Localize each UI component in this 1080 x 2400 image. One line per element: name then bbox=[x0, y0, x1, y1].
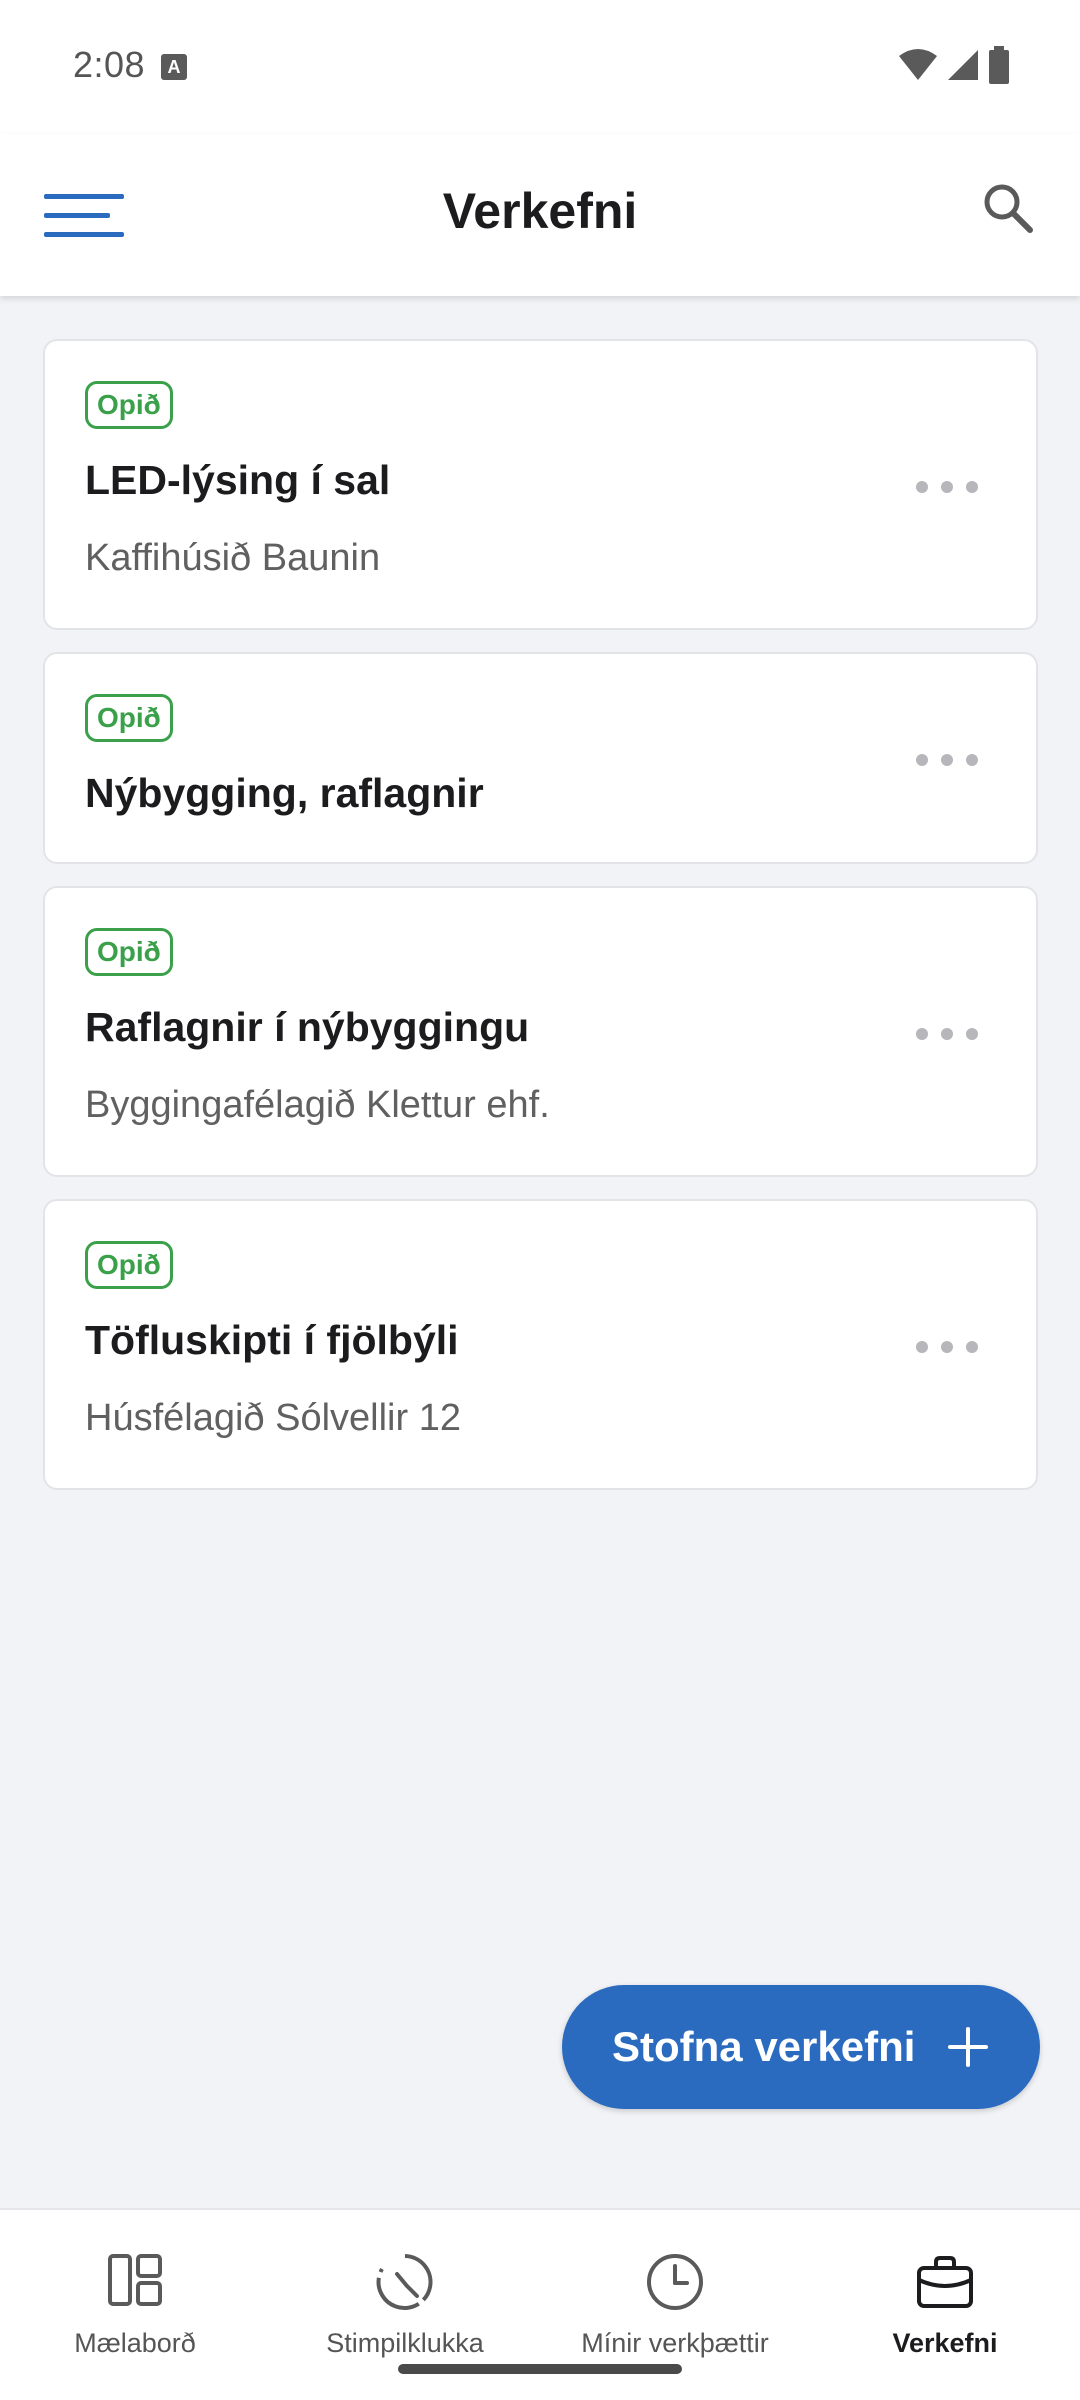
task-client: Kaffihúsið Baunin bbox=[85, 537, 381, 579]
page-title: Verkefni bbox=[442, 183, 638, 239]
search-icon[interactable] bbox=[974, 174, 1044, 244]
task-card[interactable]: Opið Raflagnir í nýbyggingu Byggingaféla… bbox=[43, 886, 1038, 1177]
nav-label: Verkefni bbox=[892, 2328, 998, 2358]
task-title: LED-lýsing í sal bbox=[85, 457, 391, 503]
briefcase-icon bbox=[917, 2256, 973, 2308]
more-options-icon[interactable] bbox=[916, 740, 978, 780]
more-options-icon[interactable] bbox=[916, 467, 978, 507]
status-indicators bbox=[898, 46, 1010, 84]
status-time: 2:08 bbox=[73, 44, 146, 85]
task-client: Húsfélagið Sólvellir 12 bbox=[85, 1397, 461, 1439]
more-options-icon[interactable] bbox=[916, 1014, 978, 1054]
notification-a-icon: A bbox=[161, 54, 187, 80]
task-title: Raflagnir í nýbyggingu bbox=[85, 1004, 530, 1050]
signal-icon bbox=[948, 50, 978, 80]
wifi-icon bbox=[899, 49, 937, 80]
dashboard-icon bbox=[108, 2254, 162, 2306]
plus-icon bbox=[948, 2027, 988, 2067]
status-badge: Opið bbox=[85, 1241, 173, 1289]
nav-item-projects[interactable]: Verkefni bbox=[810, 2210, 1080, 2400]
status-badge: Opið bbox=[85, 694, 173, 742]
more-options-icon[interactable] bbox=[916, 1327, 978, 1367]
create-task-button[interactable]: Stofna verkefni bbox=[562, 1985, 1040, 2109]
task-card[interactable]: Opið Nýbygging, raflagnir bbox=[43, 652, 1038, 864]
task-list: Opið LED-lýsing í sal Kaffihúsið Baunin … bbox=[43, 339, 1038, 1512]
task-title: Nýbygging, raflagnir bbox=[85, 770, 484, 816]
home-indicator[interactable] bbox=[398, 2364, 682, 2374]
status-badge: Opið bbox=[85, 381, 173, 429]
clock-icon bbox=[647, 2254, 703, 2310]
nav-label: Stimpilklukka bbox=[326, 2328, 484, 2358]
task-card[interactable]: Opið LED-lýsing í sal Kaffihúsið Baunin bbox=[43, 339, 1038, 630]
status-bar: 2:08 A bbox=[0, 0, 1080, 134]
nav-item-dashboard[interactable]: Mælaborð bbox=[0, 2210, 270, 2400]
nav-label: Mínir verkþættir bbox=[581, 2328, 769, 2358]
app-bar: Verkefni bbox=[0, 134, 1080, 296]
status-badge: Opið bbox=[85, 928, 173, 976]
task-client: Byggingafélagið Klettur ehf. bbox=[85, 1084, 550, 1126]
time-clock-icon bbox=[376, 2254, 433, 2310]
task-title: Töfluskipti í fjölbýli bbox=[85, 1317, 459, 1363]
task-card[interactable]: Opið Töfluskipti í fjölbýli Húsfélagið S… bbox=[43, 1199, 1038, 1490]
battery-icon bbox=[989, 46, 1009, 84]
create-task-label: Stofna verkefni bbox=[612, 2023, 916, 2070]
nav-label: Mælaborð bbox=[74, 2328, 196, 2358]
